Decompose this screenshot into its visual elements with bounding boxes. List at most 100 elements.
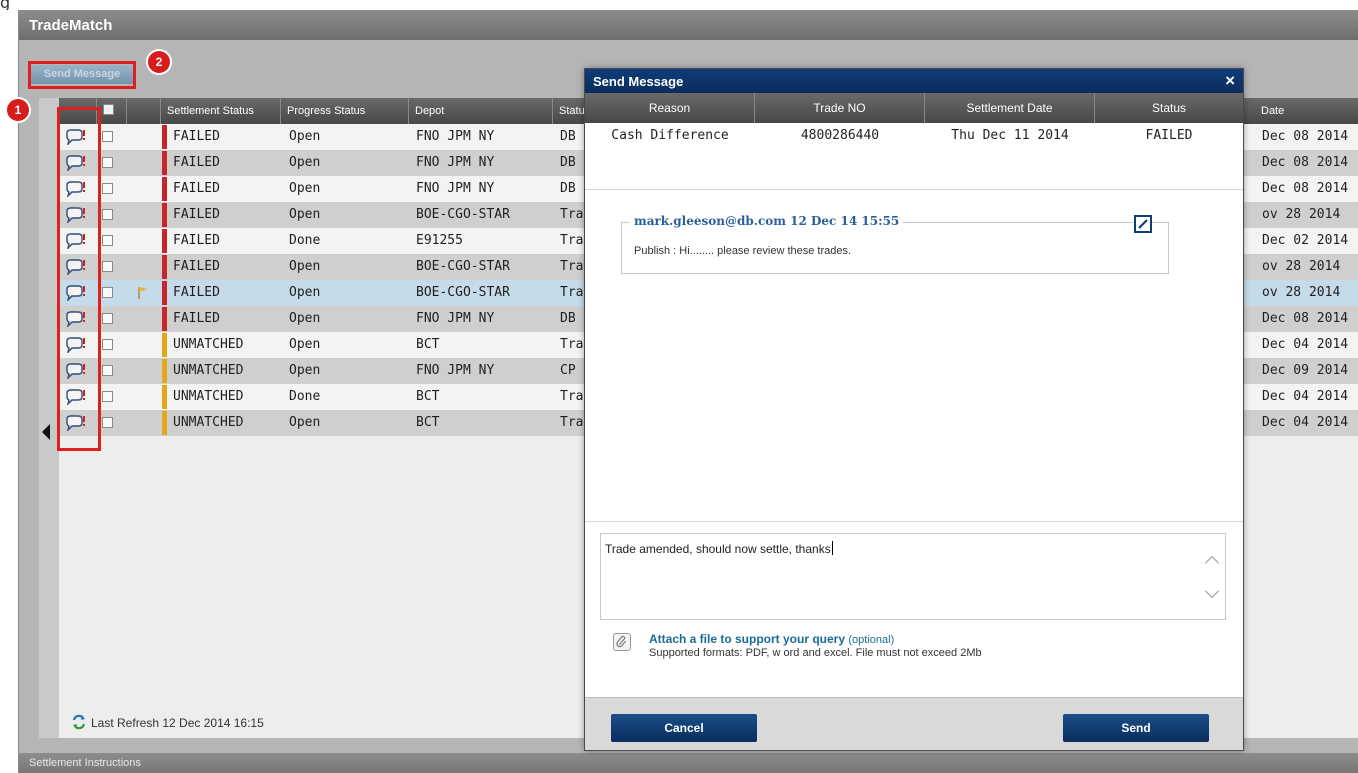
dialog-header-settlement-date: Settlement Date: [925, 93, 1095, 123]
depot: FNO JPM NY: [416, 155, 495, 170]
cropped-caption: g: [0, 0, 1358, 10]
status-color-bar: [162, 385, 167, 409]
progress-status: Open: [289, 259, 321, 274]
depot: BCT: [416, 415, 440, 430]
row-checkbox[interactable]: [102, 287, 113, 298]
depot: BOE-CGO-STAR: [416, 285, 510, 300]
bottom-panel-bar[interactable]: Settlement Instructions: [19, 753, 1358, 773]
settlement-status: FAILED: [173, 233, 220, 248]
settlement-status: FAILED: [173, 155, 220, 170]
dialog-status: FAILED: [1145, 128, 1193, 143]
date: Dec 08 2014: [1262, 311, 1349, 326]
status-color-bar: [162, 203, 167, 227]
status-color-bar: [162, 359, 167, 383]
flag-icon: [138, 287, 148, 299]
close-icon[interactable]: ×: [1225, 71, 1235, 91]
settlement-status: FAILED: [173, 311, 220, 326]
attach-optional-text: (optional): [848, 634, 895, 646]
row-checkbox[interactable]: [102, 339, 113, 350]
select-all-checkbox[interactable]: [103, 104, 114, 115]
paperclip-icon[interactable]: [613, 633, 631, 651]
comment-body: Publish : Hi........ please review these…: [634, 245, 852, 257]
date: Dec 08 2014: [1262, 129, 1349, 144]
row-checkbox[interactable]: [102, 157, 113, 168]
date: Dec 04 2014: [1262, 389, 1349, 404]
dialog-trade-no: 4800286440: [800, 128, 880, 143]
collapse-arrow-icon[interactable]: [42, 424, 50, 440]
depot: FNO JPM NY: [416, 363, 495, 378]
row-checkbox[interactable]: [102, 131, 113, 142]
reply-text[interactable]: Trade amended, should now settle, thanks: [605, 541, 833, 556]
row-checkbox[interactable]: [102, 391, 113, 402]
scroll-down-icon[interactable]: [1204, 583, 1220, 599]
header-settlement-status[interactable]: Settlement Status: [161, 98, 281, 124]
message-thread-item: mark.gleeson@db.com 12 Dec 14 15:55 Publ…: [621, 214, 1169, 274]
edit-icon[interactable]: [1134, 215, 1152, 233]
status-color-bar: [162, 307, 167, 331]
date: Dec 02 2014: [1262, 233, 1349, 248]
dialog-divider-lower: [585, 521, 1243, 522]
settlement-status: FAILED: [173, 285, 220, 300]
status-color-bar: [162, 125, 167, 149]
dialog-header-trade-no: Trade NO: [755, 93, 925, 123]
callout-outline-send: [28, 61, 136, 89]
date: Dec 09 2014: [1262, 363, 1349, 378]
depot: FNO JPM NY: [416, 311, 495, 326]
settlement-status: FAILED: [173, 207, 220, 222]
progress-status: Open: [289, 155, 321, 170]
refresh-icon[interactable]: [71, 714, 87, 730]
status-color-bar: [162, 281, 167, 305]
row-checkbox[interactable]: [102, 209, 113, 220]
row-checkbox[interactable]: [102, 183, 113, 194]
settlement-status: UNMATCHED: [173, 363, 244, 378]
header-date[interactable]: Date: [1255, 98, 1358, 124]
header-select-col[interactable]: [97, 98, 127, 124]
status-color-bar: [162, 333, 167, 357]
dialog-footer: Cancel Send: [585, 697, 1243, 750]
header-depot[interactable]: Depot: [409, 98, 553, 124]
header-progress-status[interactable]: Progress Status: [281, 98, 409, 124]
send-button[interactable]: Send: [1063, 714, 1209, 742]
progress-status: Open: [289, 415, 321, 430]
status-color-bar: [162, 177, 167, 201]
status-color-bar: [162, 151, 167, 175]
row-checkbox[interactable]: [102, 417, 113, 428]
progress-status: Open: [289, 129, 321, 144]
reply-textarea[interactable]: Trade amended, should now settle, thanks: [600, 533, 1226, 620]
header-flag-col: [127, 98, 161, 124]
comment-author: mark.gleeson@db.com 12 Dec 14 15:55: [630, 214, 904, 228]
dialog-title: Send Message: [593, 74, 684, 89]
attach-file-link[interactable]: Attach a file to support your query (opt…: [649, 632, 894, 646]
depot: FNO JPM NY: [416, 129, 495, 144]
dialog-divider: [585, 189, 1243, 190]
last-refresh-text: Last Refresh 12 Dec 2014 16:15: [91, 716, 264, 730]
callout-outline-message-icons: [57, 107, 101, 451]
attach-link-text[interactable]: Attach a file to support your query: [649, 632, 845, 646]
row-checkbox[interactable]: [102, 313, 113, 324]
settlement-status: FAILED: [173, 259, 220, 274]
settlement-status: FAILED: [173, 129, 220, 144]
progress-status: Open: [289, 181, 321, 196]
progress-status: Open: [289, 363, 321, 378]
row-checkbox[interactable]: [102, 235, 113, 246]
callout-badge-1: 1: [7, 99, 29, 121]
progress-status: Done: [289, 233, 321, 248]
settlement-status: FAILED: [173, 181, 220, 196]
row-checkbox[interactable]: [102, 261, 113, 272]
dialog-reason: Cash Difference: [611, 128, 729, 143]
date: Dec 04 2014: [1262, 337, 1349, 352]
cancel-button[interactable]: Cancel: [611, 714, 757, 742]
depot: FNO JPM NY: [416, 181, 495, 196]
dialog-trade-header: Reason Trade NO Settlement Date Status: [585, 93, 1243, 123]
date: ov 28 2014: [1262, 207, 1341, 222]
depot: BOE-CGO-STAR: [416, 259, 510, 274]
row-checkbox[interactable]: [102, 365, 113, 376]
settlement-status: UNMATCHED: [173, 415, 244, 430]
attach-note: Supported formats: PDF, w ord and excel.…: [649, 647, 982, 659]
scroll-up-icon[interactable]: [1204, 555, 1220, 571]
progress-status: Open: [289, 311, 321, 326]
dialog-header-reason: Reason: [585, 93, 755, 123]
settlement-status: UNMATCHED: [173, 337, 244, 352]
dialog-header-status: Status: [1151, 101, 1187, 115]
depot: E91255: [416, 233, 463, 248]
